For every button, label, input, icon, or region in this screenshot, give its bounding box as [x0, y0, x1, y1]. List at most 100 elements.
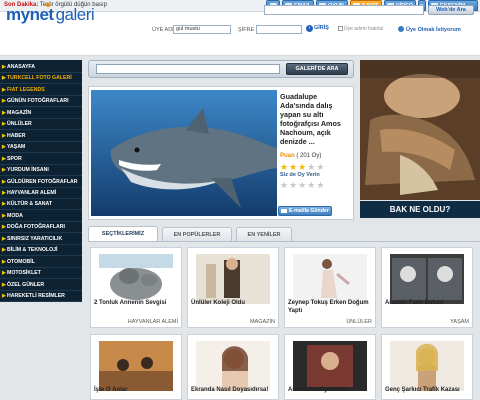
- card-title[interactable]: Aramızdan Ayrılanlar: [288, 386, 374, 394]
- send-email-button[interactable]: E-mailla Gönder: [278, 206, 332, 216]
- logo[interactable]: mynet galeri: [6, 5, 95, 25]
- sidebar-item-label: SINIRSIZ YARATICILIK: [7, 235, 63, 242]
- ad-photo[interactable]: [360, 60, 480, 200]
- card-thumbnail[interactable]: [293, 341, 367, 391]
- shark-image: [91, 90, 277, 216]
- web-search-input[interactable]: [264, 5, 424, 15]
- sidebar-item[interactable]: ▶ BİLİM & TEKNOLOJİ: [0, 245, 82, 257]
- arrow-right-icon: ▶: [2, 167, 6, 174]
- ad-banner[interactable]: BAK NE OLDU?: [360, 201, 480, 218]
- star-icon: ★: [298, 162, 308, 172]
- card-title[interactable]: Zeynep Tokuş Erken Doğum Yaptı: [288, 299, 374, 315]
- arrow-right-icon: ▶: [2, 201, 6, 208]
- photo-card[interactable]: 2 Tonluk Annenin Sevgisi HAYVANLAR ALEMİ: [90, 247, 182, 328]
- card-thumbnail[interactable]: [99, 254, 173, 304]
- arrow-right-icon: ▶: [2, 235, 6, 242]
- gallery-search-input[interactable]: [96, 64, 280, 74]
- sidebar-item[interactable]: ▶ KÜLTÜR & SANAT: [0, 199, 82, 211]
- remember-me[interactable]: Üye adımı hatırla!: [338, 26, 383, 32]
- card-title[interactable]: Aradaki Farkı Bulun!: [385, 299, 471, 307]
- vote-star-icon[interactable]: ★: [289, 180, 298, 190]
- photo-card[interactable]: Ünlüler Koleji Oldu MAGAZİN: [187, 247, 279, 328]
- arrow-right-icon: ▶: [2, 144, 6, 151]
- card-thumbnail[interactable]: [390, 341, 464, 391]
- card-thumbnail[interactable]: [99, 341, 173, 391]
- sidebar-item[interactable]: ▶ HABER: [0, 131, 82, 142]
- thumbnail-image: [293, 341, 367, 391]
- arrow-right-icon: ▶: [2, 258, 6, 265]
- tab-popular[interactable]: EN POPÜLERLER: [162, 227, 232, 241]
- vote-stars[interactable]: ★★★★★: [280, 180, 325, 191]
- arrow-right-icon: ▶: [2, 64, 6, 70]
- card-title[interactable]: 2 Tonluk Annenin Sevgisi: [94, 299, 180, 307]
- vote-star-icon[interactable]: ★: [298, 180, 307, 190]
- login-button[interactable]: › GİRİŞ: [306, 25, 329, 32]
- password-field[interactable]: [256, 25, 302, 34]
- sidebar-item[interactable]: ▶ SPOR: [0, 154, 82, 165]
- thumbnail-image: [390, 341, 464, 391]
- web-search-button[interactable]: Web'de Ara: [428, 5, 474, 15]
- photo-card[interactable]: Aramızdan Ayrılanlar: [284, 334, 376, 400]
- arrow-right-icon: ▶: [2, 189, 6, 196]
- sidebar-item[interactable]: ▶ MOTOSİKLET: [0, 268, 82, 280]
- arrow-right-icon: ▶: [2, 293, 6, 299]
- card-thumbnail[interactable]: [390, 254, 464, 304]
- sidebar-item[interactable]: ▶ TURKCELL FOTO GALERİ: [0, 73, 82, 85]
- card-category[interactable]: MAGAZİN: [250, 319, 275, 325]
- sidebar-item[interactable]: ▶ DOĞA FOTOĞRAFLARI: [0, 222, 82, 234]
- sidebar-item[interactable]: ▶ GÜNÜN FOTOĞRAFLARI: [0, 96, 82, 108]
- remember-checkbox[interactable]: [338, 26, 343, 31]
- go-arrow-icon: ›: [306, 25, 313, 32]
- card-thumbnail[interactable]: [196, 341, 270, 391]
- photo-card[interactable]: İşte O Anlar: [90, 334, 182, 400]
- sidebar-item[interactable]: ▶ HAYVANLAR ALEMİ: [0, 188, 82, 199]
- card-thumbnail[interactable]: [293, 254, 367, 304]
- signup-link[interactable]: Üye Olmak İstiyorum: [398, 26, 461, 33]
- sidebar-item-label: HAREKETLİ RESİMLER: [7, 293, 65, 299]
- sidebar-item[interactable]: ▶ OTOMOBİL: [0, 257, 82, 268]
- sidebar-item[interactable]: ▶ SINIRSIZ YARATICILIK: [0, 234, 82, 245]
- username-field[interactable]: gul mustu: [173, 25, 231, 34]
- photo-card[interactable]: Aradaki Farkı Bulun! YAŞAM: [381, 247, 473, 328]
- card-title[interactable]: İşte O Anlar: [94, 386, 180, 394]
- featured-photo[interactable]: [91, 90, 277, 216]
- sidebar-item[interactable]: ▶ HAREKETLİ RESİMLER: [0, 291, 82, 302]
- sidebar-item[interactable]: ▶ ANASAYFA: [0, 62, 82, 73]
- card-category[interactable]: HAYVANLAR ALEMİ: [128, 319, 178, 325]
- user-icon: [398, 26, 404, 32]
- logo-galeri: galeri: [55, 5, 95, 24]
- sidebar-item[interactable]: ▶ ÜNLÜLER: [0, 119, 82, 131]
- card-title[interactable]: Ekranda Nasıl Doyasıdırsa!: [191, 386, 277, 394]
- tab-newest[interactable]: EN YENİLER: [236, 227, 292, 241]
- sidebar-item-label: BİLİM & TEKNOLOJİ: [7, 247, 58, 254]
- sidebar-item-label: YURDUM İNSANI: [7, 167, 49, 174]
- gallery-search-button[interactable]: GALERİ'DE ARA: [286, 63, 348, 75]
- vote-star-icon[interactable]: ★: [316, 180, 325, 190]
- sidebar-item-label: OTOMOBİL: [7, 258, 35, 265]
- sidebar-item[interactable]: ▶ MAGAZİN: [0, 108, 82, 119]
- sidebar-item[interactable]: ▶ YURDUM İNSANI: [0, 165, 82, 177]
- card-title[interactable]: Genç Şarkıcı Trafik Kazası: [385, 386, 471, 394]
- star-icon: ★: [316, 162, 326, 172]
- sidebar-item[interactable]: ▶ MODA: [0, 211, 82, 222]
- sidebar-item[interactable]: ▶ ÖZEL GÜNLER: [0, 280, 82, 291]
- sidebar-item[interactable]: ▶ YAŞAM: [0, 142, 82, 154]
- card-thumbnail[interactable]: [196, 254, 270, 304]
- photo-card[interactable]: Zeynep Tokuş Erken Doğum Yaptı ÜNLÜLER: [284, 247, 376, 328]
- sidebar-item[interactable]: ▶ FIAT LEGENDS: [0, 85, 82, 96]
- featured-title[interactable]: Guadalupe Ada'sında dalış yapan su altı …: [280, 92, 352, 146]
- photo-card[interactable]: Genç Şarkıcı Trafik Kazası: [381, 334, 473, 400]
- tab-selected[interactable]: SEÇTİKLERİMİZ: [88, 226, 158, 241]
- sidebar-item-label: MAGAZİN: [7, 109, 32, 116]
- arrow-right-icon: ▶: [2, 109, 6, 116]
- photo-card[interactable]: Ekranda Nasıl Doyasıdırsa!: [187, 334, 279, 400]
- vote-star-icon[interactable]: ★: [280, 180, 289, 190]
- sidebar-item[interactable]: ▶ GÜLDÜREN FOTOĞRAFLAR: [0, 177, 82, 188]
- card-category[interactable]: YAŞAM: [450, 319, 469, 325]
- sidebar-item-label: ÜNLÜLER: [7, 121, 32, 128]
- vote-star-icon[interactable]: ★: [307, 180, 316, 190]
- sidebar-item-label: MODA: [7, 212, 23, 219]
- card-category[interactable]: ÜNLÜLER: [346, 319, 372, 325]
- card-title[interactable]: Ünlüler Koleji Oldu: [191, 299, 277, 307]
- tabs-divider: [88, 241, 480, 242]
